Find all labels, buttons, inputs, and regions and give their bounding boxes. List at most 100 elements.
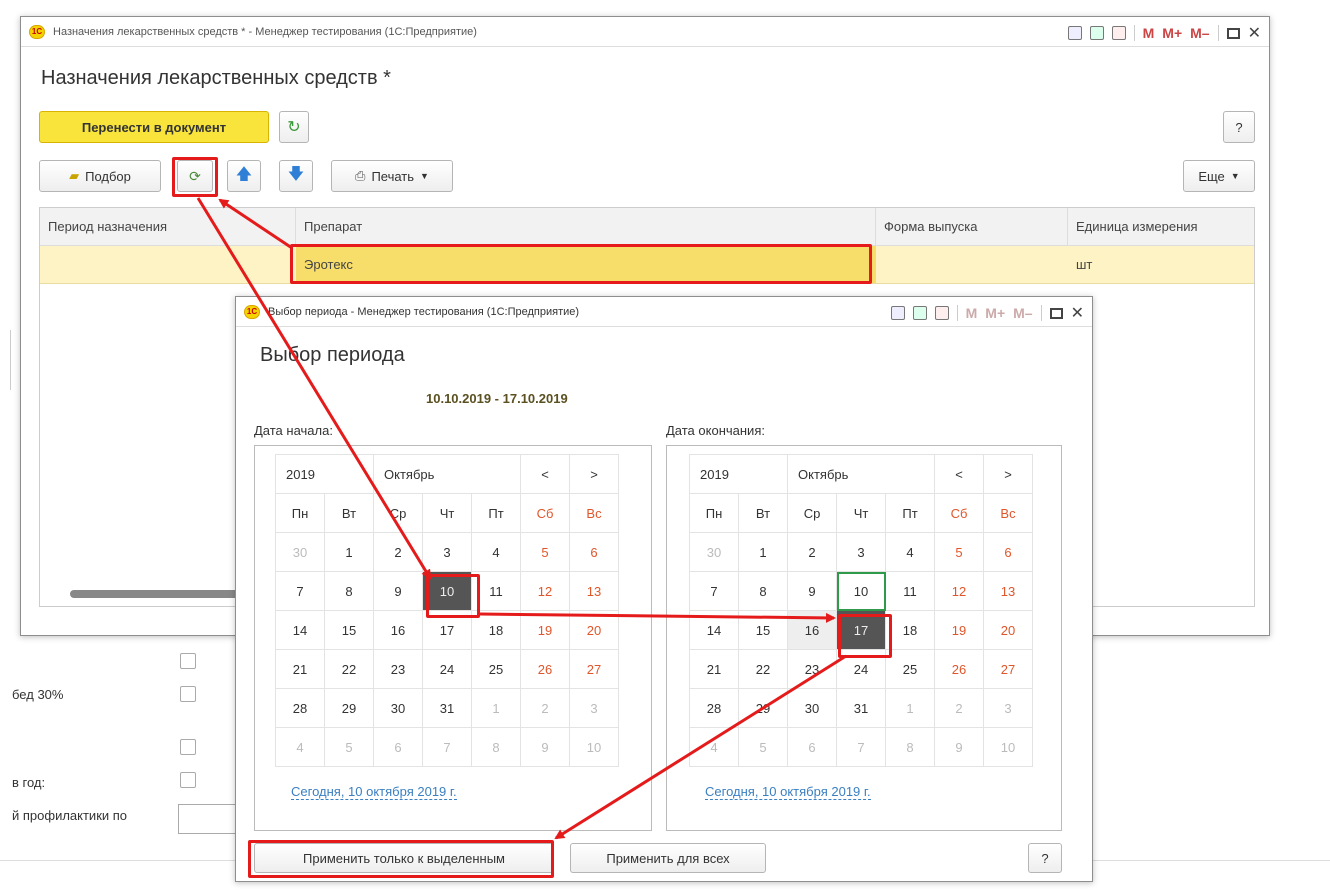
day-cell[interactable]: 30 — [275, 532, 325, 572]
day-cell[interactable]: 16 — [373, 610, 423, 650]
day-cell[interactable]: 2 — [934, 688, 984, 728]
day-cell[interactable]: 23 — [787, 649, 837, 689]
memory-mminus-button[interactable]: M– — [1013, 305, 1032, 321]
day-cell[interactable]: 26 — [934, 649, 984, 689]
bg-checkbox-2[interactable] — [180, 686, 196, 702]
day-cell[interactable]: 2 — [520, 688, 570, 728]
bg-input[interactable] — [178, 804, 238, 834]
apply-all-button[interactable]: Применить для всех — [570, 843, 766, 873]
day-cell[interactable]: 9 — [520, 727, 570, 767]
day-cell[interactable]: 26 — [520, 649, 570, 689]
memory-mminus-button[interactable]: M– — [1190, 25, 1209, 41]
calc-icon[interactable] — [912, 306, 927, 320]
day-cell[interactable]: 8 — [471, 727, 521, 767]
day-cell[interactable]: 19 — [520, 610, 570, 650]
day-cell[interactable]: 6 — [569, 532, 619, 572]
day-cell[interactable]: 5 — [520, 532, 570, 572]
day-cell[interactable]: 15 — [738, 610, 788, 650]
day-cell[interactable]: 21 — [689, 649, 739, 689]
day-cell[interactable]: 3 — [983, 688, 1033, 728]
calc-icon[interactable] — [1089, 26, 1104, 40]
day-cell[interactable]: 5 — [738, 727, 788, 767]
day-cell[interactable]: 8 — [738, 571, 788, 611]
day-cell[interactable]: 4 — [275, 727, 325, 767]
memory-mplus-button[interactable]: M+ — [985, 305, 1005, 321]
column-header-form[interactable]: Форма выпуска — [876, 208, 1068, 245]
pick-button[interactable]: ▰ Подбор — [39, 160, 161, 192]
day-cell[interactable]: 4 — [885, 532, 935, 572]
next-month-button[interactable]: > — [569, 454, 619, 494]
transfer-to-document-button[interactable]: Перенести в документ — [39, 111, 269, 143]
day-cell[interactable]: 8 — [324, 571, 374, 611]
bg-checkbox-4[interactable] — [180, 772, 196, 788]
day-cell[interactable]: 9 — [787, 571, 837, 611]
day-cell[interactable]: 5 — [934, 532, 984, 572]
maximize-icon[interactable] — [1226, 27, 1240, 39]
day-cell[interactable]: 3 — [836, 532, 886, 572]
close-icon[interactable]: ✕ — [1248, 23, 1261, 43]
day-cell[interactable]: 22 — [738, 649, 788, 689]
day-cell[interactable]: 9 — [373, 571, 423, 611]
next-month-button[interactable]: > — [983, 454, 1033, 494]
day-cell[interactable]: 20 — [983, 610, 1033, 650]
horizontal-scrollbar[interactable] — [70, 590, 260, 598]
day-cell[interactable]: 11 — [885, 571, 935, 611]
day-cell[interactable]: 12 — [934, 571, 984, 611]
day-cell[interactable]: 13 — [569, 571, 619, 611]
move-down-button[interactable]: 🡇 — [279, 160, 313, 192]
memory-m-button[interactable]: M — [966, 305, 978, 321]
calendar-icon[interactable] — [934, 306, 949, 320]
day-cell[interactable]: 27 — [569, 649, 619, 689]
day-cell[interactable]: 27 — [983, 649, 1033, 689]
day-cell[interactable]: 29 — [738, 688, 788, 728]
day-cell[interactable]: 7 — [275, 571, 325, 611]
day-cell[interactable]: 16 — [787, 610, 837, 650]
bg-checkbox-1[interactable] — [180, 653, 196, 669]
year-selector[interactable]: 2019 — [689, 454, 788, 494]
day-cell[interactable]: 15 — [324, 610, 374, 650]
memory-mplus-button[interactable]: M+ — [1162, 25, 1182, 41]
day-cell[interactable]: 5 — [324, 727, 374, 767]
memory-m-button[interactable]: M — [1143, 25, 1155, 41]
day-cell[interactable]: 2 — [787, 532, 837, 572]
month-selector[interactable]: Октябрь — [373, 454, 521, 494]
day-cell[interactable]: 7 — [836, 727, 886, 767]
day-cell[interactable]: 30 — [689, 532, 739, 572]
day-cell[interactable]: 30 — [373, 688, 423, 728]
day-cell[interactable]: 10 — [836, 571, 886, 611]
day-cell[interactable]: 6 — [787, 727, 837, 767]
column-header-unit[interactable]: Единица измерения — [1068, 208, 1256, 245]
print-icon[interactable] — [890, 306, 905, 320]
cell-form[interactable] — [876, 246, 1068, 283]
dialog-help-button[interactable]: ? — [1028, 843, 1062, 873]
day-cell[interactable]: 18 — [885, 610, 935, 650]
day-cell[interactable]: 10 — [983, 727, 1033, 767]
end-today-link[interactable]: Сегодня, 10 октября 2019 г. — [705, 784, 871, 800]
move-up-button[interactable]: 🡅 — [227, 160, 261, 192]
day-cell[interactable]: 29 — [324, 688, 374, 728]
close-icon[interactable]: ✕ — [1071, 303, 1084, 323]
day-cell[interactable]: 8 — [885, 727, 935, 767]
day-cell[interactable]: 31 — [422, 688, 472, 728]
day-cell[interactable]: 1 — [324, 532, 374, 572]
start-today-link[interactable]: Сегодня, 10 октября 2019 г. — [291, 784, 457, 800]
day-cell[interactable]: 4 — [471, 532, 521, 572]
day-cell[interactable]: 9 — [934, 727, 984, 767]
day-cell[interactable]: 7 — [689, 571, 739, 611]
print-button[interactable]: ⎙ Печать ▼ — [331, 160, 453, 192]
day-cell[interactable]: 22 — [324, 649, 374, 689]
day-cell[interactable]: 24 — [422, 649, 472, 689]
day-cell[interactable]: 3 — [422, 532, 472, 572]
day-cell[interactable]: 12 — [520, 571, 570, 611]
day-cell[interactable]: 7 — [422, 727, 472, 767]
print-icon[interactable] — [1067, 26, 1082, 40]
day-cell[interactable]: 2 — [373, 532, 423, 572]
day-cell[interactable]: 14 — [689, 610, 739, 650]
day-cell[interactable]: 25 — [885, 649, 935, 689]
help-button[interactable]: ? — [1223, 111, 1255, 143]
day-cell[interactable]: 20 — [569, 610, 619, 650]
day-cell[interactable]: 28 — [275, 688, 325, 728]
month-selector[interactable]: Октябрь — [787, 454, 935, 494]
column-header-period[interactable]: Период назначения — [40, 208, 296, 245]
day-cell[interactable]: 30 — [787, 688, 837, 728]
